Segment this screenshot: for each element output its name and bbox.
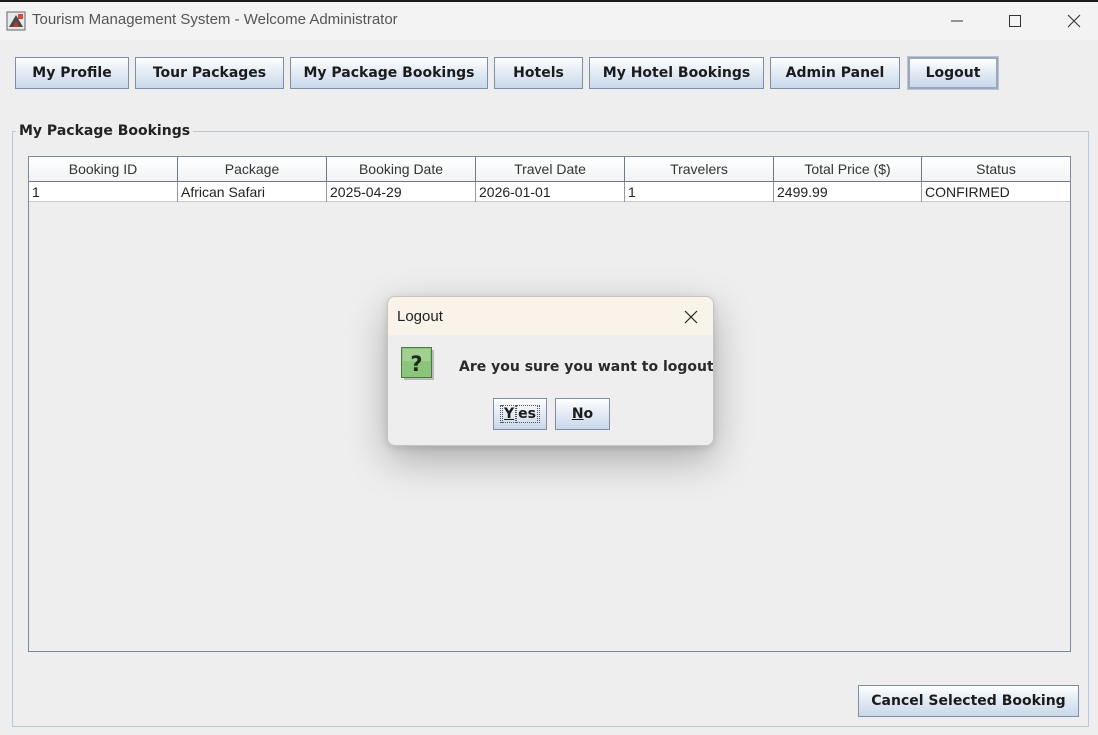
column-header-travelers[interactable]: Travelers: [625, 157, 774, 182]
dialog-close-button[interactable]: [678, 305, 704, 329]
column-header-travel-date[interactable]: Travel Date: [476, 157, 625, 182]
cell-status: CONFIRMED: [925, 184, 1010, 200]
svg-text:?: ?: [410, 352, 422, 376]
cell-travelers: 1: [625, 182, 774, 202]
yes-button-label: Yes: [500, 405, 540, 423]
my-profile-button[interactable]: My Profile: [15, 57, 129, 89]
table-row[interactable]: 1 African Safari 2025-04-29 2026-01-01 1…: [29, 182, 1070, 202]
cell-booking-id: 1: [29, 182, 178, 202]
cell-travel-date: 2026-01-01: [476, 182, 625, 202]
my-hotel-bookings-button[interactable]: My Hotel Bookings: [589, 57, 764, 89]
minimize-button[interactable]: [942, 8, 972, 34]
app-icon: [6, 11, 26, 31]
maximize-button[interactable]: [1000, 8, 1030, 34]
hotels-button[interactable]: Hotels: [494, 57, 583, 89]
cell-package: African Safari: [178, 182, 327, 202]
no-button[interactable]: No: [555, 398, 610, 430]
table-body: 1 African Safari 2025-04-29 2026-01-01 1…: [29, 182, 1070, 202]
column-header-status[interactable]: Status: [922, 157, 1070, 182]
column-header-booking-id[interactable]: Booking ID: [29, 157, 178, 182]
no-button-label: No: [571, 406, 594, 422]
column-header-package[interactable]: Package: [178, 157, 327, 182]
panel-title: My Package Bookings: [16, 123, 194, 139]
close-button[interactable]: [1059, 8, 1089, 34]
column-header-total-price[interactable]: Total Price ($): [774, 157, 922, 182]
close-icon: [1067, 14, 1081, 28]
window-title: Tourism Management System - Welcome Admi…: [32, 11, 398, 28]
question-icon: ?: [401, 347, 434, 380]
minimize-icon: [951, 20, 963, 22]
dialog-titlebar[interactable]: Logout: [388, 297, 713, 335]
tour-packages-button[interactable]: Tour Packages: [135, 57, 284, 89]
window-titlebar[interactable]: Tourism Management System - Welcome Admi…: [0, 2, 1098, 40]
table-header: Booking ID Package Booking Date Travel D…: [29, 157, 1070, 182]
maximize-icon: [1009, 15, 1021, 27]
yes-button[interactable]: Yes: [493, 398, 547, 430]
dialog-title: Logout: [397, 308, 443, 325]
cancel-selected-booking-button[interactable]: Cancel Selected Booking: [858, 685, 1079, 717]
logout-dialog: Logout ? Are you sure you want to logout…: [387, 296, 714, 446]
column-header-booking-date[interactable]: Booking Date: [327, 157, 476, 182]
cell-booking-date: 2025-04-29: [327, 182, 476, 202]
admin-panel-button[interactable]: Admin Panel: [770, 57, 900, 89]
dialog-message: Are you sure you want to logout?: [459, 359, 714, 375]
my-package-bookings-button[interactable]: My Package Bookings: [290, 57, 488, 89]
cell-total-price: 2499.99: [774, 182, 922, 202]
close-icon: [684, 310, 698, 324]
logout-button[interactable]: Logout: [907, 56, 999, 90]
